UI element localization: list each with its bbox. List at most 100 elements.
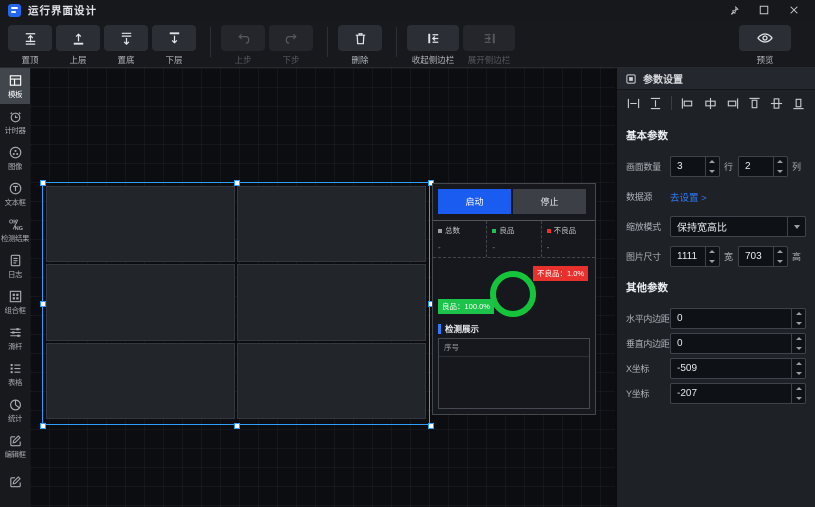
resize-handle-left[interactable] (40, 301, 46, 307)
send-to-back-icon (118, 30, 135, 47)
sidebar-item-combobox[interactable]: 组合框 (0, 284, 30, 320)
sidebar-item-stats[interactable]: 统计 (0, 392, 30, 428)
layer-up-button[interactable]: 上层 (56, 25, 100, 66)
log-icon (8, 253, 23, 268)
timer-icon (8, 109, 23, 124)
sidebar-item-table[interactable]: 表格 (0, 356, 30, 392)
sidebar-item-editbox[interactable]: 编辑框 (0, 428, 30, 464)
stepper-down-icon[interactable] (706, 167, 719, 177)
align-middle-vertical-icon[interactable] (770, 97, 783, 110)
sidebar-item-detect-result[interactable]: OKNG 检测结果 (0, 212, 30, 248)
section-marker (438, 324, 441, 334)
stepper-down-icon[interactable] (774, 167, 787, 177)
resize-handle-bottom[interactable] (234, 423, 240, 429)
maximize-icon[interactable] (751, 1, 777, 19)
selected-grid-element[interactable] (42, 182, 430, 425)
result-table-header: 序号 (439, 339, 589, 357)
toolbar-divider (396, 27, 397, 57)
expand-sidebar-label: 展开侧边栏 (468, 54, 511, 66)
field-image-size: 图片尺寸 1111 宽 703 高 (626, 246, 806, 267)
stepper-up-icon[interactable] (792, 359, 805, 369)
data-source-link[interactable]: 去设置 > (670, 190, 707, 204)
field-scale-mode: 缩放模式 保持宽高比 (626, 216, 806, 237)
distribute-horizontal-icon[interactable] (627, 97, 640, 110)
h-padding-stepper[interactable]: 0 (670, 308, 806, 329)
stepper-up-icon[interactable] (792, 309, 805, 319)
stepper-up-icon[interactable] (792, 384, 805, 394)
stepper-down-icon[interactable] (792, 394, 805, 404)
redo-button[interactable]: 下步 (269, 25, 313, 66)
start-button[interactable]: 启动 (438, 189, 511, 214)
stepper-down-icon[interactable] (792, 369, 805, 379)
monitor-widget[interactable]: 启动 停止 总数 - 良品 - 不良品 - 不良品：1.0% (432, 183, 596, 415)
stepper-down-icon[interactable] (792, 344, 805, 354)
app-logo-icon (8, 4, 21, 17)
redo-label: 下步 (282, 54, 299, 66)
stepper-up-icon[interactable] (774, 157, 787, 167)
resize-handle-top-left[interactable] (40, 180, 46, 186)
resize-handle-bottom-right[interactable] (428, 423, 434, 429)
sidebar-item-template[interactable]: 模板 (0, 68, 30, 104)
resize-handle-top[interactable] (234, 180, 240, 186)
stepper-up-icon[interactable] (792, 334, 805, 344)
preview-button[interactable]: 预览 (739, 25, 791, 66)
stepper-down-icon[interactable] (792, 319, 805, 329)
align-center-horizontal-icon[interactable] (704, 97, 717, 110)
y-coord-stepper[interactable]: -207 (670, 383, 806, 404)
toolbar: 置顶 上层 置底 下层 上步 下步 删除 收起侧 (0, 20, 815, 68)
layer-down-label: 下层 (165, 54, 182, 66)
stepper-up-icon[interactable] (706, 247, 719, 257)
expand-sidebar-button[interactable]: 展开侧边栏 (463, 25, 515, 66)
trash-icon (352, 30, 369, 47)
collapse-sidebar-label: 收起侧边栏 (412, 54, 455, 66)
section-basic-params: 基本参数 (626, 128, 806, 143)
stop-button[interactable]: 停止 (513, 189, 586, 214)
sidebar-item-timer[interactable]: 计时器 (0, 104, 30, 140)
v-padding-stepper[interactable]: 0 (670, 333, 806, 354)
rows-stepper[interactable]: 3 (670, 156, 720, 177)
align-left-icon[interactable] (681, 97, 694, 110)
sidebar-item-log[interactable]: 日志 (0, 248, 30, 284)
delete-button[interactable]: 删除 (338, 25, 382, 66)
scale-mode-select[interactable]: 保持宽高比 (670, 216, 806, 237)
chevron-down-icon[interactable] (787, 217, 805, 236)
send-to-back-button[interactable]: 置底 (104, 25, 148, 66)
inspector-header: 参数设置 (617, 68, 815, 90)
field-y-coord: Y坐标 -207 (626, 383, 806, 404)
undo-icon (235, 30, 252, 47)
grid-cell (46, 343, 235, 419)
resize-handle-bottom-left[interactable] (40, 423, 46, 429)
image-height-stepper[interactable]: 703 (738, 246, 788, 267)
stepper-up-icon[interactable] (706, 157, 719, 167)
align-top-icon[interactable] (748, 97, 761, 110)
stepper-down-icon[interactable] (774, 257, 787, 267)
sidebar-item-slider[interactable]: 滑杆 (0, 320, 30, 356)
stat-good-value: - (492, 243, 535, 252)
result-table: 序号 (438, 338, 590, 409)
close-icon[interactable] (781, 1, 807, 19)
cols-stepper[interactable]: 2 (738, 156, 788, 177)
grid-cell (46, 264, 235, 340)
good-rate-badge: 良品：100.0% (438, 299, 494, 314)
layer-down-button[interactable]: 下层 (152, 25, 196, 66)
eye-icon (756, 29, 774, 47)
align-right-icon[interactable] (726, 97, 739, 110)
distribute-vertical-icon[interactable] (649, 97, 662, 110)
design-canvas[interactable]: 启动 停止 总数 - 良品 - 不良品 - 不良品：1.0% (30, 68, 615, 507)
defect-rate-badge: 不良品：1.0% (533, 266, 588, 281)
stepper-up-icon[interactable] (774, 247, 787, 257)
undo-button[interactable]: 上步 (221, 25, 265, 66)
x-coord-stepper[interactable]: -509 (670, 358, 806, 379)
align-bottom-icon[interactable] (792, 97, 805, 110)
sidebar-item-image[interactable]: 图像 (0, 140, 30, 176)
app-window: 运行界面设计 置顶 上层 置底 下层 (0, 0, 815, 507)
sidebar-item-extra[interactable] (0, 464, 30, 500)
image-width-stepper[interactable]: 1111 (670, 246, 720, 267)
stat-total-value: - (438, 243, 481, 252)
bring-to-front-button[interactable]: 置顶 (8, 25, 52, 66)
pin-icon[interactable] (721, 1, 747, 19)
collapse-sidebar-button[interactable]: 收起侧边栏 (407, 25, 459, 66)
stepper-down-icon[interactable] (706, 257, 719, 267)
sidebar-item-textbox[interactable]: 文本框 (0, 176, 30, 212)
toolbar-divider (210, 27, 211, 57)
